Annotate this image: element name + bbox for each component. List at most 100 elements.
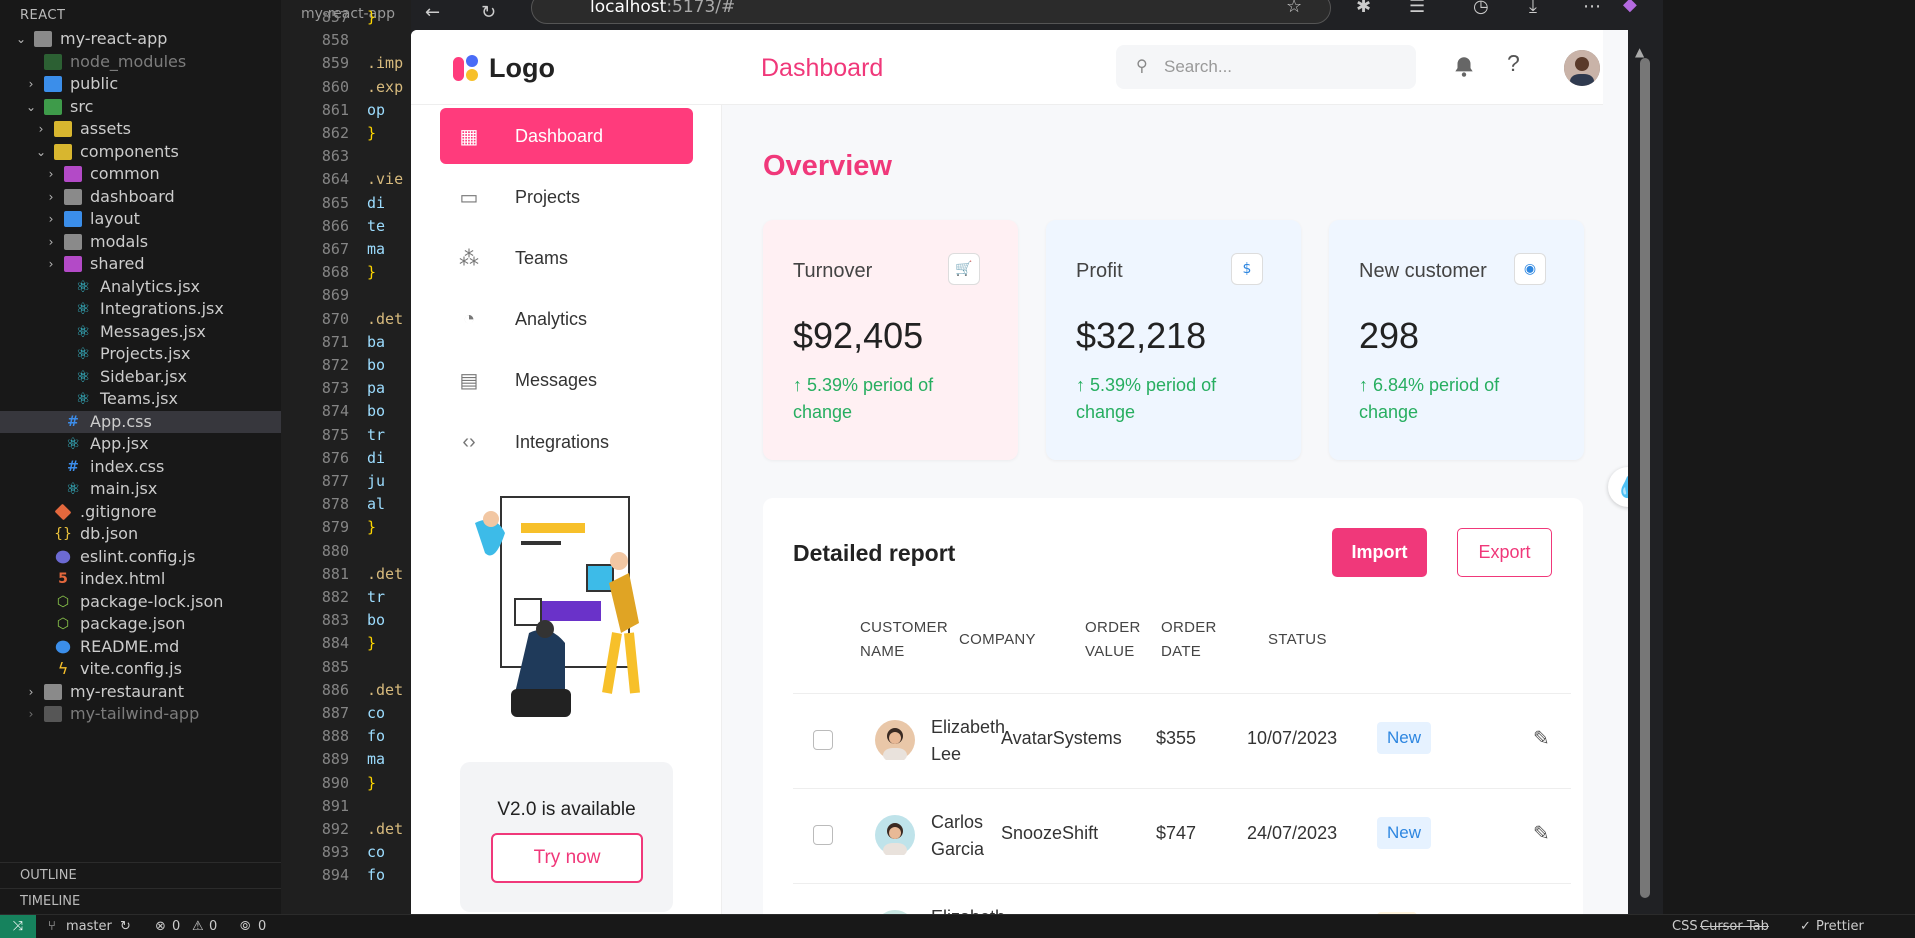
tree-item[interactable]: ⌄ components (0, 141, 281, 163)
logo[interactable]: Logo (451, 52, 555, 84)
tree-item[interactable]: ⚛ Sidebar.jsx (0, 366, 281, 388)
user-avatar[interactable] (1564, 50, 1600, 86)
code-line[interactable]: te (367, 215, 385, 238)
sidebar-item-messages[interactable]: ▤ Messages (440, 353, 693, 409)
edit-pencil-icon[interactable]: ✎ (1533, 726, 1550, 750)
code-line[interactable]: bo (367, 400, 385, 423)
column-header-order-date[interactable]: ORDER DATE (1161, 616, 1221, 664)
copilot-icon[interactable]: ◆ (1623, 0, 1637, 15)
favorites-icon[interactable]: ☰ (1409, 0, 1425, 17)
code-line[interactable]: di (367, 192, 385, 215)
tree-item[interactable]: 5 index.html (0, 568, 281, 590)
code-line[interactable]: } (367, 632, 376, 655)
code-line[interactable]: tr (367, 424, 385, 447)
tree-item[interactable]: › my-restaurant (0, 681, 281, 703)
tree-item[interactable]: ⚛ Messages.jsx (0, 321, 281, 343)
tree-item[interactable]: ⚛ Projects.jsx (0, 343, 281, 365)
help-icon[interactable]: ? (1507, 50, 1520, 77)
code-line[interactable]: di (367, 447, 385, 470)
cart-icon[interactable]: 🛒 (948, 253, 980, 285)
code-line[interactable]: fo (367, 864, 385, 887)
code-line[interactable]: tr (367, 586, 385, 609)
code-line[interactable]: .det (367, 308, 403, 331)
sidebar-item-integrations[interactable]: ‹› Integrations (440, 414, 693, 470)
tree-item[interactable]: › public (0, 73, 281, 95)
ports-count[interactable]: 0 (258, 919, 266, 934)
tree-item[interactable]: › layout (0, 208, 281, 230)
code-line[interactable]: ma (367, 748, 385, 771)
code-line[interactable]: bo (367, 354, 385, 377)
search-input[interactable]: ⚲ Search... (1116, 45, 1416, 89)
code-line[interactable]: bo (367, 609, 385, 632)
import-button[interactable]: Import (1332, 528, 1427, 577)
reload-icon[interactable]: ↻ (481, 2, 496, 23)
column-header-customer-name[interactable]: CUSTOMER NAME (860, 616, 950, 664)
sidebar-item-teams[interactable]: ⁂ Teams (440, 230, 693, 286)
code-line[interactable]: .det (367, 679, 403, 702)
outline-section[interactable]: OUTLINE (0, 862, 281, 888)
tree-item[interactable]: ⬡ package.json (0, 613, 281, 635)
tree-item[interactable]: ⌄ my-react-app (0, 28, 281, 50)
water-drop-icon[interactable]: 💧 (1608, 467, 1628, 507)
favorite-star-icon[interactable]: ☆ (1286, 0, 1302, 17)
code-line[interactable]: .exp (367, 76, 403, 99)
tree-item[interactable]: ⚛ main.jsx (0, 478, 281, 500)
tree-item[interactable]: › dashboard (0, 186, 281, 208)
tree-item[interactable]: # App.css (0, 410, 281, 433)
tree-item[interactable]: ⚛ Integrations.jsx (0, 298, 281, 320)
back-icon[interactable]: ← (425, 2, 440, 23)
code-line[interactable]: al (367, 493, 385, 516)
sidebar-item-analytics[interactable]: ◔ Analytics (440, 292, 693, 348)
sidebar-item-projects[interactable]: ▭ Projects (440, 169, 693, 225)
tree-item[interactable]: eslint.config.js (0, 546, 281, 568)
history-icon[interactable]: ◷ (1473, 0, 1489, 17)
code-line[interactable]: fo (367, 725, 385, 748)
code-line[interactable]: .vie (367, 168, 403, 191)
code-line[interactable]: } (367, 516, 376, 539)
prettier-status[interactable]: Prettier (1816, 919, 1864, 934)
more-icon[interactable]: ⋯ (1583, 0, 1601, 17)
code-line[interactable]: } (367, 772, 376, 795)
tree-item[interactable]: ⌄ src (0, 96, 281, 118)
warning-count[interactable]: 0 (209, 919, 217, 934)
timeline-section[interactable]: TIMELINE (0, 888, 281, 914)
browser-scrollbar[interactable]: ▲ ▼ (1628, 30, 1663, 938)
edit-pencil-icon[interactable]: ✎ (1533, 821, 1550, 845)
table-row[interactable]: Carlos Garcia SnoozeShift $747 24/07/2023 Ne… (793, 788, 1571, 883)
language-mode[interactable]: CSS (1672, 919, 1698, 934)
code-line[interactable]: .imp (367, 52, 403, 75)
code-line[interactable]: ba (367, 331, 385, 354)
dollar-icon[interactable]: $ (1231, 253, 1263, 285)
download-icon[interactable]: ⤓ (1529, 0, 1537, 17)
table-row[interactable]: Elizabeth Lee AvatarSystems $355 10/07/2023… (793, 693, 1571, 788)
tree-item[interactable]: ⚛ Teams.jsx (0, 388, 281, 410)
column-header-company[interactable]: COMPANY (959, 628, 1036, 652)
code-line[interactable]: } (367, 6, 376, 29)
tree-item[interactable]: › my-tailwind-app (0, 703, 281, 725)
row-checkbox[interactable] (813, 825, 833, 845)
tree-item[interactable]: ⚛ App.jsx (0, 433, 281, 455)
user-icon[interactable]: ◉ (1514, 253, 1546, 285)
code-line[interactable]: ma (367, 238, 385, 261)
tree-item[interactable]: › shared (0, 253, 281, 275)
cursor-tab-status[interactable]: Cursor Tab (1700, 919, 1769, 934)
try-now-button[interactable]: Try now (491, 833, 643, 883)
code-line[interactable]: } (367, 122, 376, 145)
code-line[interactable]: } (367, 261, 376, 284)
row-checkbox[interactable] (813, 730, 833, 750)
tree-item[interactable]: # index.css (0, 456, 281, 478)
remote-icon[interactable]: ⤨ (0, 915, 36, 938)
code-line[interactable]: ju (367, 470, 385, 493)
tree-item[interactable]: ϟ vite.config.js (0, 658, 281, 680)
tree-item[interactable]: {} db.json (0, 523, 281, 545)
tree-item[interactable]: › modals (0, 231, 281, 253)
tree-item[interactable]: ⬡ package-lock.json (0, 591, 281, 613)
tree-item[interactable]: node_modules (0, 51, 281, 73)
error-count[interactable]: 0 (172, 919, 180, 934)
code-line[interactable]: co (367, 702, 385, 725)
column-header-status[interactable]: STATUS (1268, 628, 1327, 652)
sidebar-item-dashboard[interactable]: ▦ Dashboard (440, 108, 693, 164)
sync-icon[interactable]: ↻ (120, 919, 131, 934)
code-line[interactable]: co (367, 841, 385, 864)
code-editor[interactable]: my-react-app 857} 858 859 .imp 860 .exp 861 op… (281, 0, 411, 914)
